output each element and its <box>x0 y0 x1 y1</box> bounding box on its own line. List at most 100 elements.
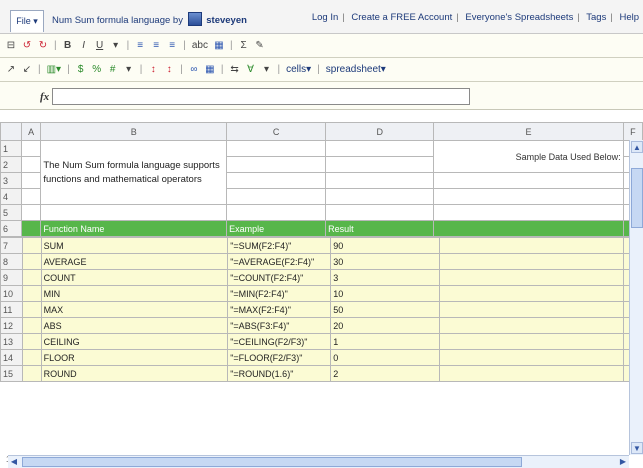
example-header[interactable]: Example <box>226 220 327 237</box>
underline-button[interactable]: U <box>95 40 105 51</box>
filter-dropdown-icon[interactable]: ▾ <box>262 64 272 75</box>
cell[interactable] <box>438 333 624 350</box>
cell[interactable] <box>438 365 624 382</box>
percent-icon[interactable]: % <box>92 64 102 75</box>
cell[interactable] <box>21 317 42 334</box>
formula-input[interactable] <box>52 88 470 105</box>
cell[interactable] <box>21 140 42 157</box>
cell[interactable] <box>40 204 228 221</box>
filter-icon[interactable]: ∀ <box>246 64 256 75</box>
result-cell[interactable]: 1 <box>330 333 440 350</box>
cell[interactable] <box>21 237 42 254</box>
sum-icon[interactable]: Σ <box>239 40 249 51</box>
link-icon[interactable]: ∞ <box>189 64 199 75</box>
cell[interactable] <box>433 172 624 189</box>
column-header[interactable]: A <box>21 122 42 141</box>
italic-button[interactable]: I <box>79 40 89 51</box>
result-cell[interactable]: 50 <box>330 301 440 318</box>
sort-descending-icon[interactable]: ↕ <box>164 64 174 75</box>
cell[interactable] <box>21 220 42 237</box>
cell[interactable] <box>21 172 42 189</box>
horizontal-scroll-thumb[interactable] <box>22 457 522 467</box>
save-icon[interactable]: ⊟ <box>6 40 16 51</box>
currency-icon[interactable]: $ <box>76 64 86 75</box>
cell[interactable] <box>226 140 327 157</box>
cell[interactable] <box>21 188 42 205</box>
function-name-cell[interactable]: ABS <box>40 317 229 334</box>
row-header[interactable]: 3 <box>0 172 23 189</box>
example-cell[interactable]: "=ROUND(1.6)" <box>227 365 332 382</box>
function-name-cell[interactable]: MIN <box>40 285 229 302</box>
cell[interactable] <box>325 140 435 157</box>
cell[interactable] <box>325 204 435 221</box>
number-format-dropdown-icon[interactable]: ▾ <box>124 64 134 75</box>
sort-ascending-icon[interactable]: ↕ <box>148 64 158 75</box>
redo-icon[interactable]: ↻ <box>38 40 48 51</box>
cell[interactable] <box>21 333 42 350</box>
row-header[interactable]: 8 <box>0 253 23 270</box>
cell[interactable] <box>438 317 624 334</box>
row-header[interactable]: 5 <box>0 204 23 221</box>
vertical-scrollbar[interactable]: ▲ ▼ <box>629 140 643 455</box>
table-icon[interactable]: ▦ <box>214 40 224 51</box>
edit-icon[interactable]: ✎ <box>255 40 265 51</box>
sample-data-label[interactable]: Sample Data Used Below: <box>433 140 624 173</box>
result-cell[interactable]: 90 <box>330 237 440 254</box>
cell[interactable] <box>433 204 624 221</box>
column-header[interactable]: F <box>622 122 643 141</box>
example-cell[interactable]: "=AVERAGE(F2:F4)" <box>227 253 332 270</box>
cell[interactable] <box>226 156 327 173</box>
cell[interactable] <box>325 188 435 205</box>
column-header[interactable]: C <box>226 122 327 141</box>
result-cell[interactable]: 3 <box>330 269 440 286</box>
function-name-cell[interactable]: SUM <box>40 237 229 254</box>
example-cell[interactable]: "=MIN(F2:F4)" <box>227 285 332 302</box>
cell[interactable] <box>433 188 624 205</box>
cell[interactable] <box>325 172 435 189</box>
row-header[interactable]: 1 <box>0 140 23 157</box>
cell[interactable] <box>21 269 42 286</box>
vertical-scroll-thumb[interactable] <box>631 168 643 228</box>
file-menu[interactable]: File ▾ <box>10 10 44 32</box>
cell[interactable] <box>433 220 624 237</box>
help-link[interactable]: Help <box>619 12 639 23</box>
row-header[interactable]: 4 <box>0 188 23 205</box>
example-cell[interactable]: "=ABS(F3:F4)" <box>227 317 332 334</box>
row-header[interactable]: 2 <box>0 156 23 173</box>
align-center-icon[interactable]: ≡ <box>151 40 161 51</box>
result-cell[interactable]: 30 <box>330 253 440 270</box>
corner-cell[interactable] <box>0 122 23 141</box>
example-cell[interactable]: "=SUM(F2:F4)" <box>227 237 332 254</box>
cell[interactable] <box>21 204 42 221</box>
everyones-spreadsheets-link[interactable]: Everyone's Spreadsheets <box>465 12 573 23</box>
cell[interactable] <box>21 365 42 382</box>
border-dropdown-icon[interactable]: ▥▾ <box>47 64 61 75</box>
column-header[interactable]: E <box>433 122 624 141</box>
cell[interactable] <box>226 172 327 189</box>
expand-icon[interactable]: ↗ <box>6 64 16 75</box>
row-header[interactable]: 12 <box>0 317 23 334</box>
insert-column-icon[interactable]: ⇆ <box>230 64 240 75</box>
column-header[interactable]: D <box>325 122 435 141</box>
row-header[interactable]: 9 <box>0 269 23 286</box>
row-header[interactable]: 14 <box>0 349 23 366</box>
row-header[interactable]: 7 <box>0 237 23 254</box>
row-header[interactable]: 15 <box>0 365 23 382</box>
function-name-cell[interactable]: ROUND <box>40 365 229 382</box>
example-cell[interactable]: "=COUNT(F2:F4)" <box>227 269 332 286</box>
cell[interactable] <box>21 285 42 302</box>
owner-link[interactable]: steveyen <box>206 15 247 26</box>
cell[interactable] <box>438 349 624 366</box>
example-cell[interactable]: "=FLOOR(F2/F3)" <box>227 349 332 366</box>
horizontal-scrollbar[interactable]: ◀ ▶ <box>8 455 629 468</box>
row-header[interactable]: 6 <box>0 220 23 237</box>
scroll-up-icon[interactable]: ▲ <box>631 141 643 153</box>
scroll-down-icon[interactable]: ▼ <box>631 442 643 454</box>
row-header[interactable]: 13 <box>0 333 23 350</box>
align-right-icon[interactable]: ≡ <box>167 40 177 51</box>
create-account-link[interactable]: Create a FREE Account <box>351 12 452 23</box>
function-name-cell[interactable]: MAX <box>40 301 229 318</box>
function-name-header[interactable]: Function Name <box>40 220 228 237</box>
cell[interactable] <box>21 156 42 173</box>
cells-menu[interactable]: cells▾ <box>286 64 311 75</box>
